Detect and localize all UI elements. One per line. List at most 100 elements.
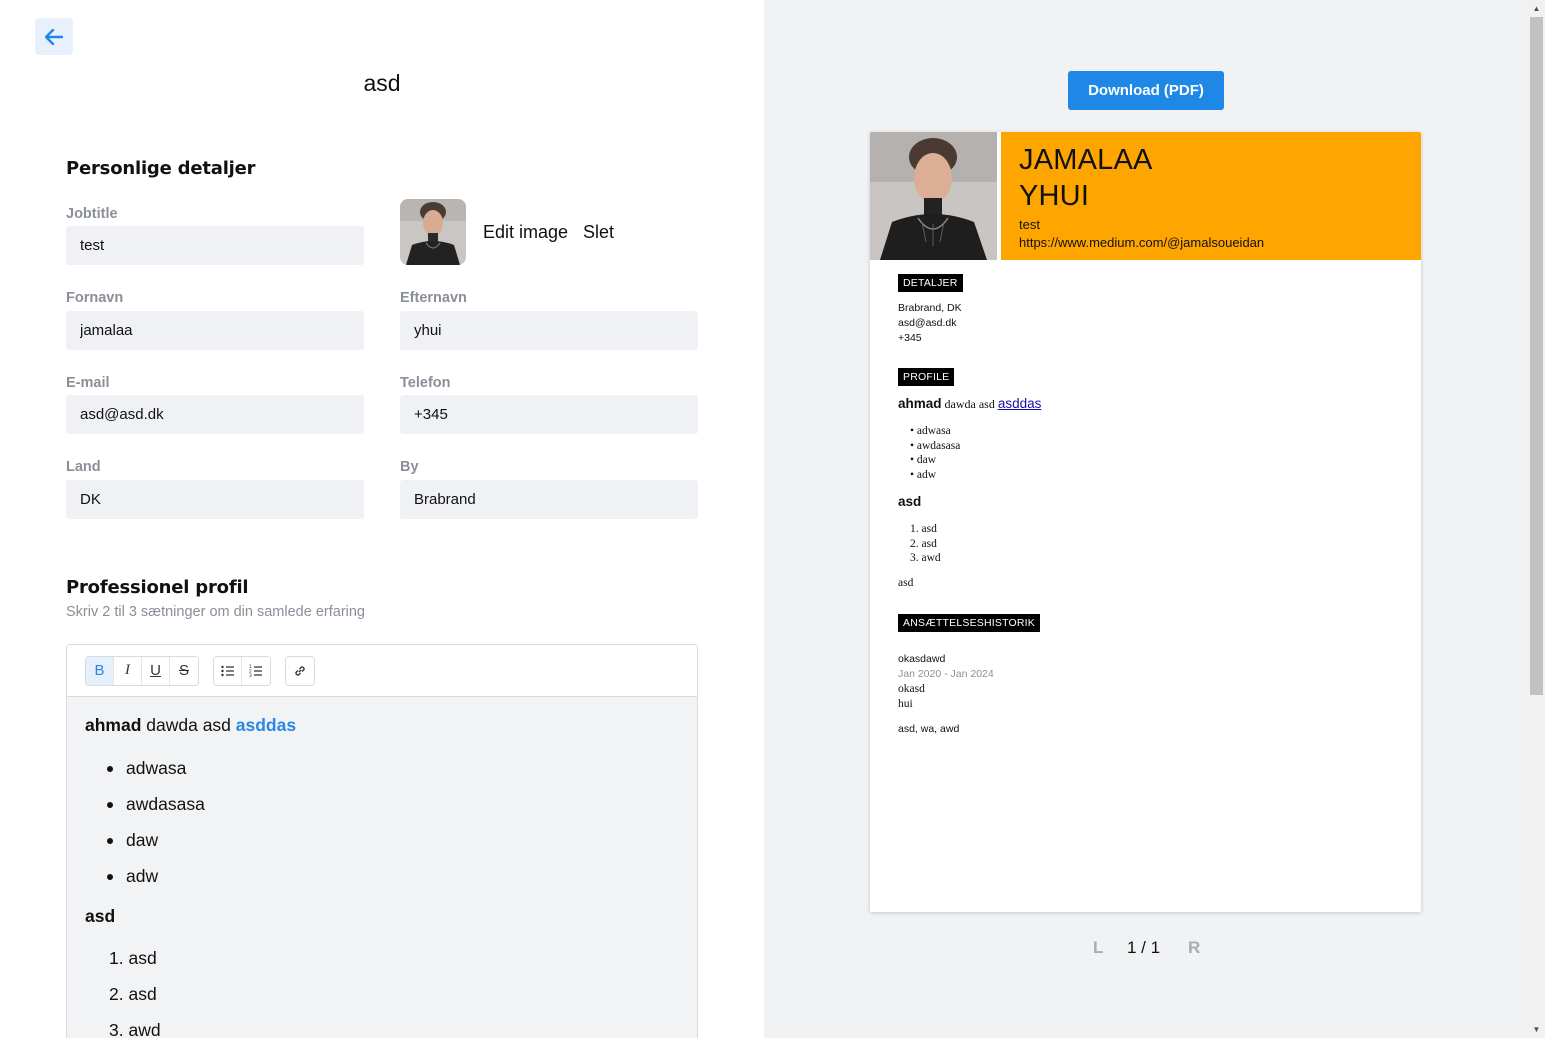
country-input[interactable] — [80, 491, 350, 508]
next-page-button[interactable]: R — [1188, 938, 1200, 958]
personal-details-heading: Personlige detaljer — [66, 158, 256, 179]
cv-job-title: okasdawd — [898, 653, 946, 665]
cv-job-description: okasd hui — [898, 682, 925, 712]
cv-preview-page: JAMALAA YHUI test https://www.medium.com… — [870, 132, 1421, 912]
link-button[interactable] — [286, 656, 314, 685]
firstname-label: Fornavn — [66, 290, 124, 306]
email-input[interactable] — [80, 406, 350, 423]
delete-image-button[interactable]: Slet — [583, 222, 614, 243]
profile-heading: Professionel profil — [66, 577, 249, 598]
link-icon — [295, 665, 305, 676]
cv-detail-line: asd@asd.dk — [898, 317, 957, 329]
scroll-down-icon[interactable]: ▼ — [1528, 1021, 1545, 1038]
cv-profile-bold: ahmad — [898, 396, 942, 411]
list-group: 1 2 3 — [213, 655, 271, 686]
cv-profile-trailing: asd — [898, 577, 914, 589]
cv-jobtitle: test — [1019, 217, 1040, 232]
jobtitle-field[interactable] — [66, 226, 364, 265]
list-item: adw — [107, 858, 679, 894]
scroll-up-icon[interactable]: ▲ — [1528, 0, 1545, 17]
editor-toolbar: B I U S 1 2 3 — [67, 645, 697, 697]
underline-button[interactable]: U — [142, 656, 170, 685]
list-item: daw — [107, 822, 679, 858]
cv-list-item: • awdasasa — [910, 439, 961, 452]
cv-list-item: 2. asd — [910, 537, 937, 550]
list-item: 3. awd — [109, 1020, 161, 1038]
cv-header: JAMALAA YHUI test https://www.medium.com… — [1001, 132, 1421, 260]
email-field[interactable] — [66, 395, 364, 434]
email-label: E-mail — [66, 375, 110, 391]
list-item: 2. asd — [109, 984, 157, 1004]
cv-bullet-list: • adwasa • awdasasa • daw • adw — [910, 424, 960, 482]
list-item: adwasa — [107, 750, 679, 786]
phone-field[interactable] — [400, 395, 698, 434]
plain-text: dawda asd — [141, 715, 236, 735]
profile-photo-thumbnail[interactable] — [400, 199, 466, 265]
city-input[interactable] — [414, 491, 684, 508]
cv-list-item: • adw — [910, 468, 937, 481]
editor-heading: asd — [85, 906, 116, 926]
city-label: By — [400, 459, 419, 475]
bold-button[interactable]: B — [86, 656, 114, 685]
cv-detail-line: Brabrand, DK — [898, 302, 962, 314]
editor-link[interactable]: asddas — [236, 715, 296, 735]
list-item: 1. asd — [109, 948, 157, 968]
download-pdf-button[interactable]: Download (PDF) — [1068, 71, 1224, 110]
strikethrough-button[interactable]: S — [170, 656, 198, 685]
cv-list-item: 1. asd — [910, 523, 937, 535]
editor-content[interactable]: ahmad dawda asd asddas adwasa awdasasa d… — [67, 697, 697, 1038]
cv-last-name: YHUI — [1019, 180, 1090, 212]
rich-text-editor: B I U S 1 2 3 ahmad dawda asd asddas adw… — [66, 644, 698, 1038]
cv-profile-text: dawda asd — [941, 397, 998, 411]
jobtitle-input[interactable] — [80, 237, 350, 254]
ordered-list-button[interactable]: 1 2 3 — [242, 656, 270, 685]
cv-job-line: hui — [898, 698, 913, 710]
list-item: awdasasa — [107, 786, 679, 822]
page-indicator: 1 / 1 — [1127, 938, 1161, 957]
cv-detail-line: +345 — [898, 332, 922, 344]
cv-list-item: • adwasa — [910, 425, 951, 437]
cv-history-tag: ANSÆTTELSESHISTORIK — [898, 614, 1040, 632]
cv-skills: asd, wa, awd — [898, 723, 960, 735]
lastname-label: Efternavn — [400, 290, 467, 306]
bullet-list-button[interactable] — [214, 656, 242, 685]
cv-url: https://www.medium.com/@jamalsoueidan — [1019, 235, 1265, 250]
cv-first-name: JAMALAA — [1019, 144, 1153, 176]
format-group: B I U S — [85, 655, 199, 686]
page-scrollbar[interactable]: ▲ ▼ — [1528, 0, 1545, 1038]
phone-input[interactable] — [414, 406, 684, 423]
cv-profile-tag: PROFILE — [898, 368, 955, 386]
prev-page-button[interactable]: L — [1093, 938, 1103, 958]
profile-subheading: Skriv 2 til 3 sætninger om din samlede e… — [66, 604, 365, 620]
edit-image-button[interactable]: Edit image — [483, 222, 568, 243]
cv-ordered-list: 1. asd 2. asd 3. awd — [910, 522, 941, 566]
cv-details-tag: DETALJER — [898, 274, 963, 292]
bold-text: ahmad — [85, 715, 142, 735]
svg-text:3: 3 — [249, 673, 252, 677]
cv-job-line: okasd — [898, 683, 925, 695]
lastname-input[interactable] — [414, 322, 684, 339]
italic-button[interactable]: I — [114, 656, 142, 685]
jobtitle-label: Jobtitle — [66, 206, 118, 222]
document-title[interactable]: asd — [0, 70, 764, 97]
scrollbar-thumb[interactable] — [1530, 17, 1543, 695]
country-field[interactable] — [66, 480, 364, 519]
preview-pane: Download (PDF) JAMALAA YHUI test https:/… — [764, 0, 1528, 1038]
editor-pane: asd Personlige detaljer Jobtitle Edit im… — [0, 0, 764, 1038]
editor-bullet-list: adwasa awdasasa daw adw — [107, 750, 679, 894]
back-button[interactable] — [35, 18, 73, 55]
cv-profile-paragraph: ahmad dawda asd asddas — [898, 396, 1041, 412]
cv-list-item: 3. awd — [910, 552, 941, 564]
lastname-field[interactable] — [400, 311, 698, 350]
cv-photo — [870, 132, 997, 260]
editor-ordered-list: 1. asd 2. asd 3. awd — [109, 940, 679, 1038]
arrow-left-icon — [45, 28, 63, 45]
cv-job-dates: Jan 2020 - Jan 2024 — [898, 668, 994, 680]
bullet-list-icon — [220, 665, 234, 676]
city-field[interactable] — [400, 480, 698, 519]
country-label: Land — [66, 459, 101, 475]
cv-profile-link: asddas — [997, 396, 1042, 411]
firstname-input[interactable] — [80, 322, 350, 339]
firstname-field[interactable] — [66, 311, 364, 350]
ordered-list-icon: 1 2 3 — [249, 664, 262, 677]
